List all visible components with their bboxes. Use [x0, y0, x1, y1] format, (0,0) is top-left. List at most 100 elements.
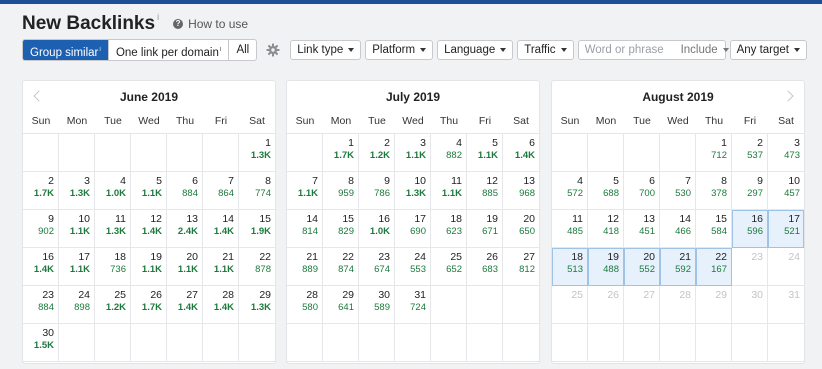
target-dropdown[interactable]: Any target: [729, 40, 807, 60]
day-cell[interactable]: 30 589: [359, 286, 395, 324]
day-cell[interactable]: 18 736: [95, 248, 131, 286]
day-cell[interactable]: 20 1.1K: [167, 248, 203, 286]
day-cell[interactable]: 25 1.2K: [95, 286, 131, 324]
day-cell[interactable]: 14 466: [660, 210, 696, 248]
day-cell[interactable]: 19 671: [467, 210, 503, 248]
day-cell[interactable]: 17 690: [395, 210, 431, 248]
day-cell[interactable]: 5 1.1K: [467, 134, 503, 172]
day-cell[interactable]: 16 1.4K: [23, 248, 59, 286]
day-cell[interactable]: 8 959: [323, 172, 359, 210]
day-cell[interactable]: 19 1.1K: [131, 248, 167, 286]
traffic-dropdown[interactable]: Traffic: [517, 40, 574, 60]
day-cell[interactable]: 15 829: [323, 210, 359, 248]
day-cell[interactable]: 12 418: [588, 210, 624, 248]
day-cell[interactable]: 26 683: [467, 248, 503, 286]
day-cell[interactable]: 18 513: [552, 248, 588, 286]
day-cell[interactable]: 1 1.7K: [323, 134, 359, 172]
day-cell[interactable]: 15 1.9K: [239, 210, 275, 248]
day-cell[interactable]: 29 641: [323, 286, 359, 324]
day-cell[interactable]: 24 553: [395, 248, 431, 286]
day-cell[interactable]: 13 451: [624, 210, 660, 248]
day-cell[interactable]: 4 1.0K: [95, 172, 131, 210]
all-button[interactable]: All: [229, 40, 256, 60]
day-cell[interactable]: 25 652: [431, 248, 467, 286]
day-cell[interactable]: 2 1.2K: [359, 134, 395, 172]
day-cell[interactable]: 10 1.1K: [59, 210, 95, 248]
day-cell[interactable]: 12 885: [467, 172, 503, 210]
day-cell[interactable]: 14 1.4K: [203, 210, 239, 248]
day-cell[interactable]: 7 1.1K: [287, 172, 323, 210]
title-info-marker[interactable]: i: [157, 12, 159, 22]
how-to-use-link[interactable]: ? How to use: [173, 17, 248, 31]
link-type-dropdown[interactable]: Link type: [290, 40, 362, 60]
language-dropdown[interactable]: Language: [437, 40, 514, 60]
day-cell[interactable]: 24 898: [59, 286, 95, 324]
day-cell[interactable]: 16 596: [732, 210, 768, 248]
day-number: 23: [42, 289, 54, 301]
group-similar-button[interactable]: Group similari: [23, 40, 109, 60]
day-cell[interactable]: 4 882: [431, 134, 467, 172]
day-cell[interactable]: 3 1.3K: [59, 172, 95, 210]
day-cell[interactable]: 1 1.3K: [239, 134, 275, 172]
day-cell[interactable]: 21 889: [287, 248, 323, 286]
day-cell[interactable]: 12 1.4K: [131, 210, 167, 248]
language-label: Language: [444, 44, 496, 56]
day-cell[interactable]: 11 485: [552, 210, 588, 248]
day-cell[interactable]: 2 537: [732, 134, 768, 172]
day-cell[interactable]: 27 812: [503, 248, 539, 286]
day-cell[interactable]: 9 297: [732, 172, 768, 210]
day-cell[interactable]: 7 864: [203, 172, 239, 210]
include-dropdown[interactable]: Include: [681, 44, 733, 56]
day-cell[interactable]: 6 884: [167, 172, 203, 210]
day-cell[interactable]: 1 712: [696, 134, 732, 172]
day-cell[interactable]: 8 378: [696, 172, 732, 210]
day-cell[interactable]: 4 572: [552, 172, 588, 210]
day-cell[interactable]: 27 1.4K: [167, 286, 203, 324]
day-cell[interactable]: 17 1.1K: [59, 248, 95, 286]
day-cell[interactable]: 15 584: [696, 210, 732, 248]
day-cell[interactable]: 5 688: [588, 172, 624, 210]
one-link-per-domain-button[interactable]: One link per domaini: [109, 40, 230, 60]
day-cell[interactable]: 10 1.3K: [395, 172, 431, 210]
day-cell[interactable]: 16 1.0K: [359, 210, 395, 248]
day-cell[interactable]: 26 1.7K: [131, 286, 167, 324]
day-cell[interactable]: 19 488: [588, 248, 624, 286]
day-cell[interactable]: 14 814: [287, 210, 323, 248]
day-cell[interactable]: 13 968: [503, 172, 539, 210]
day-cell[interactable]: 13 2.4K: [167, 210, 203, 248]
day-cell[interactable]: 6 1.4K: [503, 134, 539, 172]
day-cell[interactable]: 31 724: [395, 286, 431, 324]
day-cell[interactable]: 28 580: [287, 286, 323, 324]
day-cell[interactable]: 21 1.1K: [203, 248, 239, 286]
day-cell[interactable]: 9 786: [359, 172, 395, 210]
day-cell[interactable]: 22 878: [239, 248, 275, 286]
platform-dropdown[interactable]: Platform: [365, 40, 434, 60]
day-cell[interactable]: 2 1.7K: [23, 172, 59, 210]
day-cell[interactable]: 29 1.3K: [239, 286, 275, 324]
gear-icon[interactable]: [266, 43, 280, 57]
next-month-icon[interactable]: [782, 90, 794, 102]
day-cell[interactable]: 20 552: [624, 248, 660, 286]
search-input[interactable]: [578, 44, 681, 56]
day-cell[interactable]: 22 874: [323, 248, 359, 286]
day-cell[interactable]: 11 1.3K: [95, 210, 131, 248]
day-cell[interactable]: 28 1.4K: [203, 286, 239, 324]
day-cell[interactable]: 22 167: [696, 248, 732, 286]
day-cell[interactable]: 7 530: [660, 172, 696, 210]
day-cell[interactable]: 3 473: [768, 134, 804, 172]
day-cell[interactable]: 5 1.1K: [131, 172, 167, 210]
day-cell[interactable]: 8 774: [239, 172, 275, 210]
day-cell[interactable]: 23 674: [359, 248, 395, 286]
day-cell[interactable]: 21 592: [660, 248, 696, 286]
day-cell[interactable]: 6 700: [624, 172, 660, 210]
day-cell[interactable]: 10 457: [768, 172, 804, 210]
day-cell[interactable]: 23 884: [23, 286, 59, 324]
day-cell[interactable]: 11 1.1K: [431, 172, 467, 210]
day-cell[interactable]: 20 650: [503, 210, 539, 248]
prev-month-icon[interactable]: [33, 90, 45, 102]
day-cell[interactable]: 17 521: [768, 210, 804, 248]
day-cell[interactable]: 30 1.5K: [23, 324, 59, 362]
day-cell[interactable]: 9 902: [23, 210, 59, 248]
day-cell[interactable]: 3 1.1K: [395, 134, 431, 172]
day-cell[interactable]: 18 623: [431, 210, 467, 248]
